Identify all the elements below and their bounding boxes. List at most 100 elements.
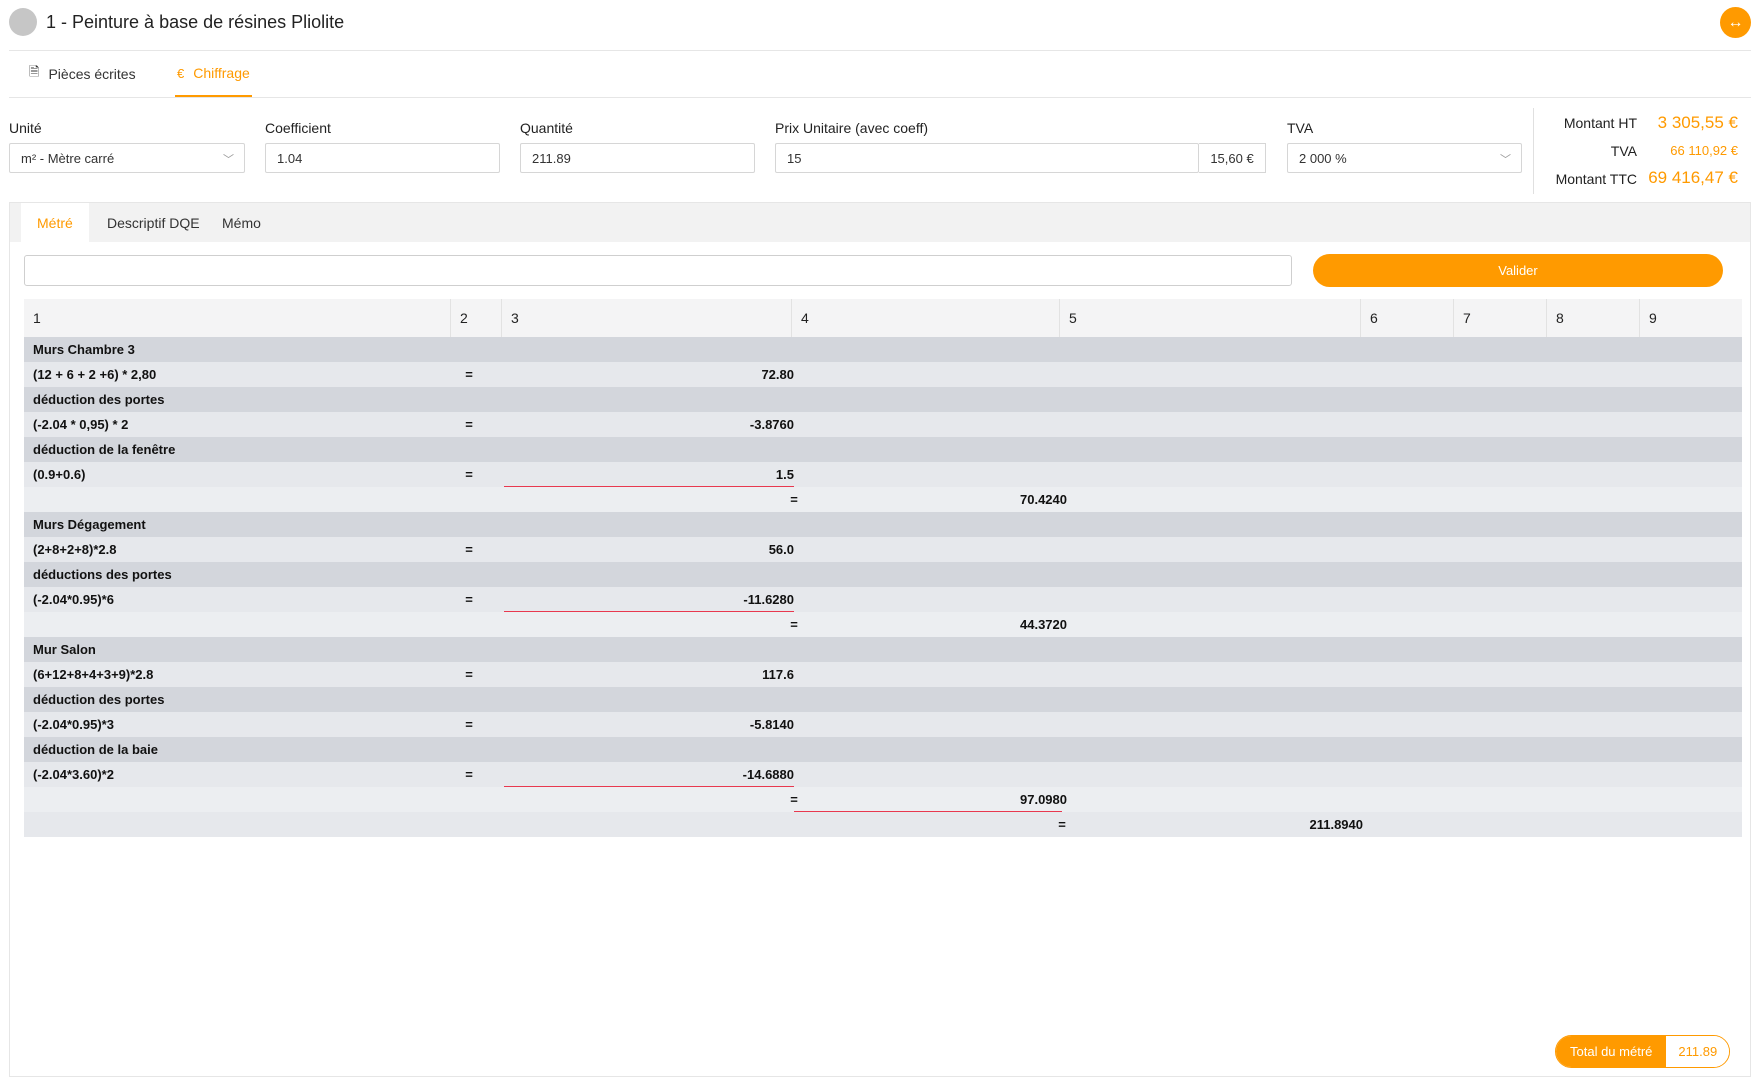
quantite-value: 211.89 xyxy=(532,150,571,166)
equals-sign: = xyxy=(465,542,473,557)
equals-sign: = xyxy=(465,717,473,732)
tva-total-value: 66 110,92 € xyxy=(1670,143,1738,158)
montant-ttc-label: Montant TTC xyxy=(1555,171,1637,187)
table-row[interactable]: (12 + 6 + 2 +6) * 2,80 = 72.80 xyxy=(24,362,1742,387)
prix-coeff-value: 15,60 € xyxy=(1199,143,1266,173)
chevron-down-icon: ﹀ xyxy=(223,154,234,166)
coefficient-input[interactable]: 1.04 xyxy=(265,143,500,173)
equals-sign: = xyxy=(465,417,473,432)
expand-arrows-icon: ↔ xyxy=(1727,13,1744,31)
row-subtotal: 70.4240 xyxy=(1020,492,1067,507)
row-result: -14.6880 xyxy=(742,767,794,782)
equals-sign: = xyxy=(465,592,473,607)
metre-panel: Métré Descriptif DQE Mémo Valider 1 2 3 … xyxy=(9,202,1751,1077)
row-result: -11.6280 xyxy=(743,592,794,607)
tva-select[interactable]: 2 000 % ﹀ xyxy=(1287,143,1522,173)
subtotal-row[interactable]: = 44.3720 xyxy=(24,612,1742,637)
equals-sign: = xyxy=(465,367,473,382)
row-subtotal: 97.0980 xyxy=(1020,792,1067,807)
euro-icon: € xyxy=(177,65,185,81)
valider-button[interactable]: Valider xyxy=(1313,254,1723,287)
prix-value: 15 xyxy=(787,150,802,166)
total-metre-badge: Total du métré 211.89 xyxy=(1555,1035,1731,1068)
montant-ttc-value: 69 416,47 € xyxy=(1648,168,1738,187)
total-metre-label: Total du métré xyxy=(1556,1036,1667,1067)
row-formula: (-2.04*0.95)*6 xyxy=(33,592,114,607)
subtotal-row[interactable]: = 70.4240 xyxy=(24,487,1742,512)
tva-label: TVA xyxy=(1287,120,1314,136)
row-formula: (6+12+8+4+3+9)*2.8 xyxy=(33,667,154,682)
prix-label: Prix Unitaire (avec coeff) xyxy=(775,120,929,136)
tab-label: Chiffrage xyxy=(193,65,250,81)
row-formula: (0.9+0.6) xyxy=(33,467,86,482)
montant-ht-label: Montant HT xyxy=(1563,115,1637,131)
top-tabs: 🗎 Pièces écrites € Chiffrage xyxy=(9,51,1751,97)
tab-memo[interactable]: Mémo xyxy=(206,203,277,242)
equals-sign: = xyxy=(465,667,473,682)
table-row[interactable]: (2+8+2+8)*2.8 = 56.0 xyxy=(24,537,1742,562)
prix-input[interactable]: 15 xyxy=(775,143,1199,173)
equals-sign: = xyxy=(465,467,473,482)
tab-metre[interactable]: Métré xyxy=(21,203,89,242)
row-formula: (2+8+2+8)*2.8 xyxy=(33,542,117,557)
header: 1 - Peinture à base de résines Pliolite … xyxy=(0,0,1759,50)
row-formula: (-2.04*0.95)*3 xyxy=(33,717,114,732)
column-header: 2 xyxy=(450,299,501,337)
total-metre-value: 211.89 xyxy=(1666,1036,1730,1067)
equals-sign: = xyxy=(465,767,473,782)
column-header: 8 xyxy=(1546,299,1639,337)
montant-ht-value: 3 305,55 € xyxy=(1657,113,1738,132)
table-row[interactable]: Mur Salon xyxy=(24,637,1742,662)
table-row[interactable]: (0.9+0.6) = 1.5 xyxy=(24,462,1742,487)
table-row[interactable]: (-2.04*0.95)*3 = -5.8140 xyxy=(24,712,1742,737)
table-row[interactable]: (-2.04*0.95)*6 = -11.6280 xyxy=(24,587,1742,612)
unite-label: Unité xyxy=(9,120,42,136)
table-row[interactable]: (-2.04 * 0,95) * 2 = -3.8760 xyxy=(24,412,1742,437)
metre-formula-input[interactable] xyxy=(24,255,1292,286)
avatar xyxy=(9,8,37,36)
quantite-input[interactable]: 211.89 xyxy=(520,143,755,173)
row-result: -5.8140 xyxy=(749,717,794,732)
row-title: déduction de la baie xyxy=(33,742,158,757)
table-row[interactable]: déduction des portes xyxy=(24,687,1742,712)
table-row[interactable]: déductions des portes xyxy=(24,562,1742,587)
tab-chiffrage[interactable]: € Chiffrage xyxy=(175,51,252,97)
row-result: 72.80 xyxy=(761,367,794,382)
expand-button[interactable]: ↔ xyxy=(1720,7,1751,38)
subtotal-row[interactable]: = 97.0980 xyxy=(24,787,1742,812)
panel-tabs: Métré Descriptif DQE Mémo xyxy=(10,203,1750,242)
column-header: 9 xyxy=(1639,299,1742,337)
table-row[interactable]: déduction des portes xyxy=(24,387,1742,412)
page-title: 1 - Peinture à base de résines Pliolite xyxy=(46,12,345,32)
table-row[interactable]: (-2.04*3.60)*2 = -14.6880 xyxy=(24,762,1742,787)
table-row[interactable]: Murs Dégagement xyxy=(24,512,1742,537)
table-row[interactable]: déduction de la baie xyxy=(24,737,1742,762)
table-row[interactable]: déduction de la fenêtre xyxy=(24,437,1742,462)
unite-value: m² - Mètre carré xyxy=(21,150,115,166)
table-row[interactable]: (6+12+8+4+3+9)*2.8 = 117.6 xyxy=(24,662,1742,687)
tva-value: 2 000 % xyxy=(1299,150,1347,166)
row-title: Mur Salon xyxy=(33,642,96,657)
row-subtotal: 44.3720 xyxy=(1020,617,1067,632)
divider xyxy=(9,97,1751,98)
row-formula: (12 + 6 + 2 +6) * 2,80 xyxy=(33,367,157,382)
row-result: 56.0 xyxy=(768,542,794,557)
document-icon: 🗎 xyxy=(29,63,40,79)
table-header: 1 2 3 4 5 6 7 8 9 xyxy=(24,299,1742,337)
row-result: -3.8760 xyxy=(749,417,794,432)
row-title: déduction des portes xyxy=(33,392,165,407)
quantite-label: Quantité xyxy=(520,120,573,136)
coefficient-value: 1.04 xyxy=(277,150,303,166)
row-result: 117.6 xyxy=(762,667,794,682)
row-result: 1.5 xyxy=(775,467,794,482)
tva-total-label: TVA xyxy=(1610,143,1637,159)
tab-label: Pièces écrites xyxy=(48,65,136,82)
table-row[interactable]: Murs Chambre 3 xyxy=(24,337,1742,362)
column-header: 1 xyxy=(33,310,41,326)
tab-pieces-ecrites[interactable]: 🗎 Pièces écrites xyxy=(29,51,136,96)
tab-descriptif-dqe[interactable]: Descriptif DQE xyxy=(91,203,216,242)
column-header: 5 xyxy=(1059,299,1360,337)
unite-select[interactable]: m² - Mètre carré ﹀ xyxy=(9,143,245,173)
grand-total-row[interactable]: = 211.8940 xyxy=(24,812,1742,837)
column-header: 4 xyxy=(791,299,1059,337)
